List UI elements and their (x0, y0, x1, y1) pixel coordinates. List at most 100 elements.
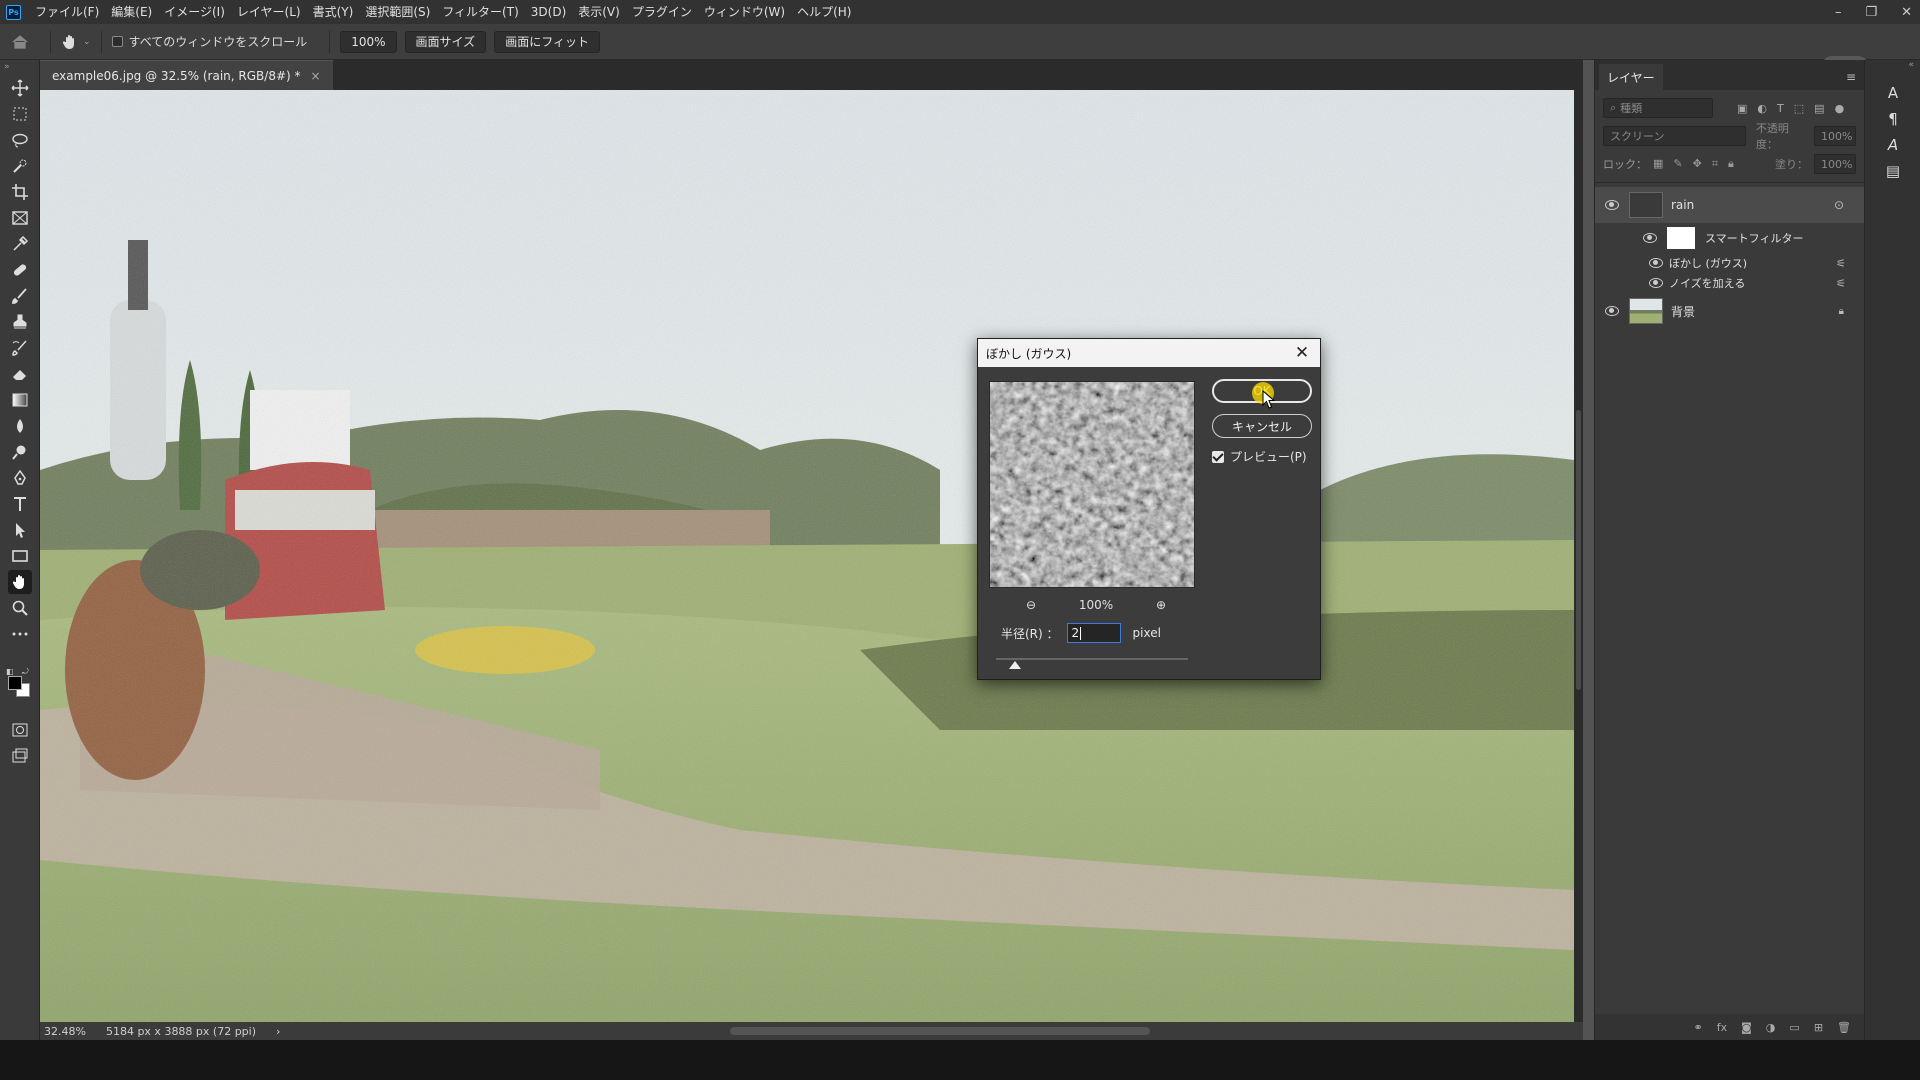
lock-artboard-icon[interactable]: ⌗ (1712, 157, 1718, 171)
preview-checkbox-row[interactable]: プレビュー(P) (1212, 448, 1307, 465)
hand-tool-icon[interactable]: ⌄ (61, 33, 91, 51)
new-group-icon[interactable]: ▭ (1789, 1021, 1799, 1034)
close-window-icon[interactable]: ✕ (1901, 5, 1912, 20)
checkbox-icon[interactable] (111, 36, 123, 47)
link-layers-icon[interactable]: ⚭ (1694, 1021, 1703, 1034)
filter-options-icon[interactable]: ⚟ (1836, 277, 1846, 290)
blur-tool-icon[interactable] (8, 414, 32, 438)
crop-tool-icon[interactable] (8, 180, 32, 204)
layer-row-gaussian-blur[interactable]: ぼかし (ガウス) ⚟ (1595, 253, 1864, 273)
close-tab-icon[interactable]: × (311, 69, 321, 83)
radius-input[interactable]: 2 (1066, 623, 1121, 643)
slider-knob[interactable] (1009, 661, 1021, 669)
radius-slider[interactable] (996, 656, 1188, 669)
color-swatches[interactable]: ◧ ⤾ (6, 667, 36, 699)
character-panel-icon[interactable]: A (1873, 80, 1913, 106)
layer-row-smart-filter[interactable]: スマートフィルター (1595, 223, 1864, 253)
slider-track[interactable] (996, 658, 1188, 660)
visibility-eye-icon[interactable] (1649, 278, 1663, 288)
canvas-area[interactable] (40, 90, 1583, 1022)
type-filter-icon[interactable]: T (1777, 102, 1784, 115)
frame-tool-icon[interactable] (8, 206, 32, 230)
menu-item[interactable]: イメージ(I) (158, 0, 231, 24)
close-icon[interactable]: ✕ (1292, 343, 1312, 363)
menu-item[interactable]: レイヤー(L) (231, 0, 307, 24)
eraser-tool-icon[interactable] (8, 362, 32, 386)
menu-item[interactable]: フィルター(T) (436, 0, 524, 24)
fit-screen-button[interactable]: 画面にフィット (494, 30, 600, 53)
visibility-eye-icon[interactable] (1605, 306, 1619, 316)
expand-panels-icon[interactable]: « (1865, 60, 1920, 70)
healing-brush-tool-icon[interactable] (8, 258, 32, 282)
panel-menu-icon[interactable]: ≡ (1846, 70, 1856, 84)
lock-paint-icon[interactable]: ✎ (1673, 157, 1682, 171)
screen-mode-icon[interactable] (8, 744, 32, 768)
history-brush-tool-icon[interactable] (8, 336, 32, 360)
document-tab[interactable]: example06.jpg @ 32.5% (rain, RGB/8#) * × (40, 60, 333, 90)
zoom-tool-icon[interactable] (8, 596, 32, 620)
lock-transparency-icon[interactable]: ▦ (1653, 157, 1663, 171)
status-menu-arrow-icon[interactable]: › (276, 1025, 280, 1038)
quick-select-tool-icon[interactable] (8, 154, 32, 178)
gradient-tool-icon[interactable] (8, 388, 32, 412)
fill-field[interactable]: 100% (1814, 154, 1856, 174)
marquee-tool-icon[interactable] (8, 102, 32, 126)
collapse-icon[interactable]: » (4, 62, 10, 72)
zoom-value-field[interactable]: 100% (340, 30, 397, 53)
adjustment-filter-icon[interactable]: ◐ (1757, 102, 1767, 115)
clone-stamp-tool-icon[interactable] (8, 310, 32, 334)
zoom-out-icon[interactable]: ⊖ (1026, 598, 1036, 612)
visibility-eye-icon[interactable] (1649, 258, 1663, 268)
fx-icon[interactable]: fx (1717, 1021, 1727, 1034)
filter-toggle-icon[interactable]: ● (1835, 102, 1845, 115)
swap-colors-icon[interactable]: ⤾ (22, 667, 29, 677)
screen-size-button[interactable]: 画面サイズ (404, 30, 487, 53)
chevron-down-icon[interactable]: ⌄ (83, 37, 91, 47)
lasso-tool-icon[interactable] (8, 128, 32, 152)
vertical-scrollbar[interactable] (1574, 90, 1583, 1022)
properties-panel-icon[interactable]: ▤ (1873, 158, 1913, 184)
new-layer-icon[interactable]: ⊞ (1814, 1021, 1823, 1034)
filter-options-icon[interactable]: ⚟ (1836, 257, 1846, 270)
quick-mask-icon[interactable] (8, 718, 32, 742)
hand-tool-active-icon[interactable] (8, 570, 32, 594)
menu-item[interactable]: ファイル(F) (29, 0, 105, 24)
add-mask-icon[interactable]: ◙ (1741, 1021, 1752, 1034)
pen-tool-icon[interactable] (8, 466, 32, 490)
horizontal-scroll-thumb[interactable] (730, 1027, 1150, 1035)
visibility-eye-icon[interactable] (1643, 233, 1657, 243)
minimize-icon[interactable]: – (1835, 5, 1842, 20)
menu-item[interactable]: プラグイン (626, 0, 698, 24)
shape-filter-icon[interactable]: ⬚ (1794, 102, 1804, 115)
zoom-level-readout[interactable]: 32.48% (44, 1025, 86, 1038)
layer-row-background[interactable]: 背景 🔒︎ (1595, 293, 1864, 329)
default-colors-icon[interactable]: ◧ (6, 667, 14, 676)
delete-layer-icon[interactable]: 🗑︎ (1837, 1021, 1851, 1034)
opacity-field[interactable]: 100% (1814, 126, 1856, 146)
paragraph-panel-icon[interactable]: ¶ (1873, 106, 1913, 132)
move-tool-icon[interactable] (8, 76, 32, 100)
pixel-filter-icon[interactable]: ▣ (1737, 102, 1747, 115)
eyedropper-tool-icon[interactable] (8, 232, 32, 256)
more-tools-icon[interactable] (8, 622, 32, 646)
vertical-scroll-thumb[interactable] (1576, 410, 1581, 690)
zoom-in-icon[interactable]: ⊕ (1156, 598, 1166, 612)
menu-item[interactable]: ウィンドウ(W) (698, 0, 791, 24)
preview-checkbox[interactable] (1212, 450, 1224, 463)
visibility-eye-icon[interactable] (1605, 200, 1619, 210)
lock-position-icon[interactable]: ✥ (1693, 157, 1702, 171)
menu-item[interactable]: 選択範囲(S) (359, 0, 436, 24)
brush-tool-icon[interactable] (8, 284, 32, 308)
tab-layers[interactable]: レイヤー (1599, 64, 1663, 90)
filter-preview[interactable] (989, 381, 1195, 588)
menu-item[interactable]: ヘルプ(H) (791, 0, 857, 24)
path-select-tool-icon[interactable] (8, 518, 32, 542)
blend-mode-select[interactable]: スクリーン (1603, 126, 1746, 146)
rectangle-tool-icon[interactable] (8, 544, 32, 568)
lock-all-icon[interactable]: 🔒︎ (1728, 157, 1734, 171)
cancel-button[interactable]: キャンセル (1212, 414, 1312, 438)
foreground-color-swatch[interactable] (8, 676, 22, 690)
glyphs-panel-icon[interactable]: A (1873, 132, 1913, 158)
dodge-tool-icon[interactable] (8, 440, 32, 464)
canvas-image[interactable] (40, 90, 1574, 1022)
